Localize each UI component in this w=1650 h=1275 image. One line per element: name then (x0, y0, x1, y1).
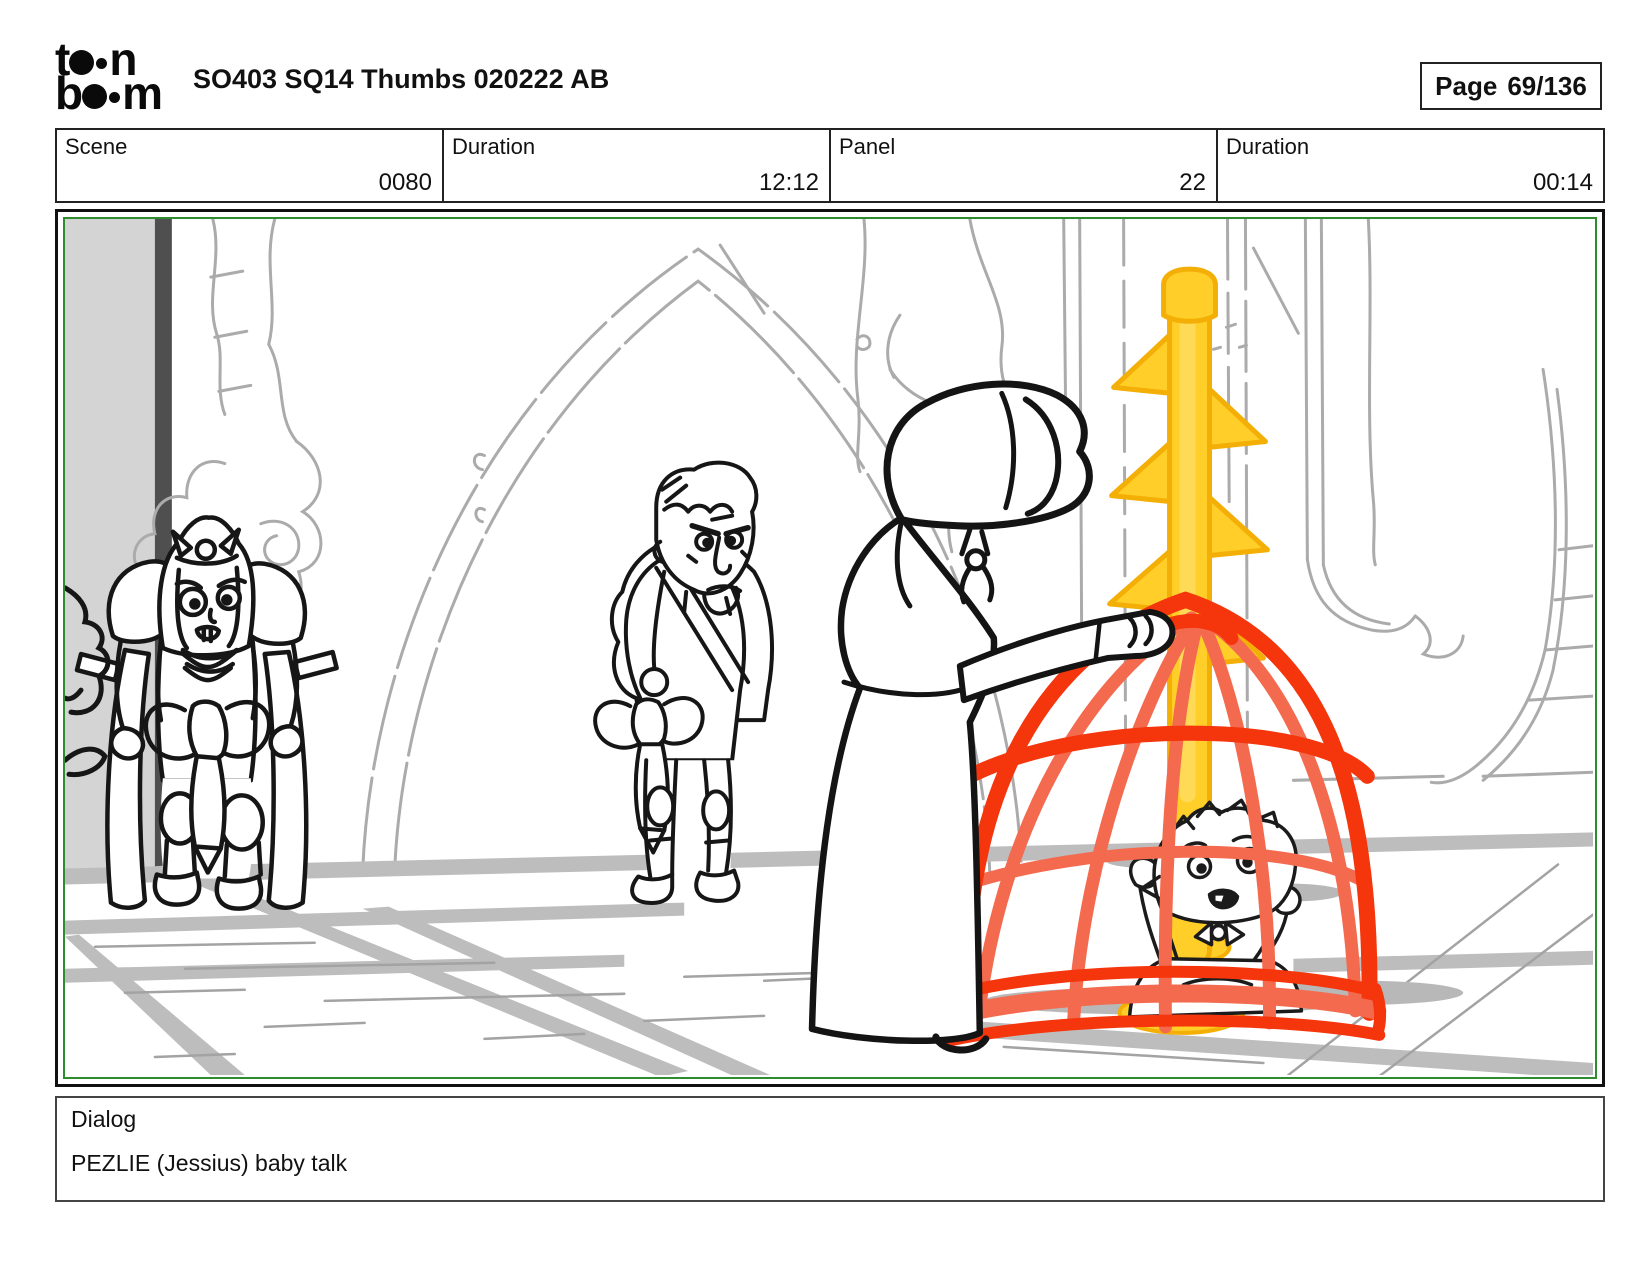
info-label: Duration (452, 134, 536, 159)
logo-dot-icon (82, 83, 108, 109)
info-cell-scene-duration: Duration 12:12 (442, 130, 829, 201)
info-cell-panel-duration: Duration 00:14 (1216, 130, 1603, 201)
storyboard-page: t n b m SO403 SQ14 Thumbs 020222 AB Page… (0, 0, 1650, 1275)
info-cell-panel: Panel 22 (829, 130, 1216, 201)
info-value: 00:14 (1532, 169, 1593, 196)
dialog-label: Dialog (71, 1106, 137, 1132)
info-value: 22 (1179, 169, 1206, 196)
document-title: SO403 SQ14 Thumbs 020222 AB (193, 64, 610, 94)
logo-dot-icon (96, 57, 108, 69)
info-label: Panel (839, 134, 896, 159)
logo-letter: b (55, 67, 83, 119)
nobleman-character (593, 460, 774, 905)
info-value: 0080 (378, 169, 432, 196)
info-value: 12:12 (758, 169, 819, 196)
dialog-box: Dialog PEZLIE (Jessius) baby talk (55, 1096, 1605, 1202)
info-label: Scene (65, 134, 128, 159)
dialog-text: PEZLIE (Jessius) baby talk (71, 1150, 348, 1176)
logo-letter: m (122, 67, 163, 119)
info-label: Duration (1226, 134, 1310, 159)
info-cell-scene: Scene 0080 (57, 130, 442, 201)
storyboard-drawing (65, 219, 1593, 1075)
storyboard-panel (55, 209, 1605, 1087)
page-label: Page (1435, 70, 1498, 101)
page-number-box: Page 69/136 (1420, 62, 1602, 110)
logo-dot-icon (109, 91, 121, 103)
page-value: 69/136 (1507, 70, 1587, 101)
info-table: Scene 0080 Duration 12:12 Panel 22 Durat… (55, 128, 1605, 203)
toonboom-logo: t n b m (55, 36, 185, 120)
